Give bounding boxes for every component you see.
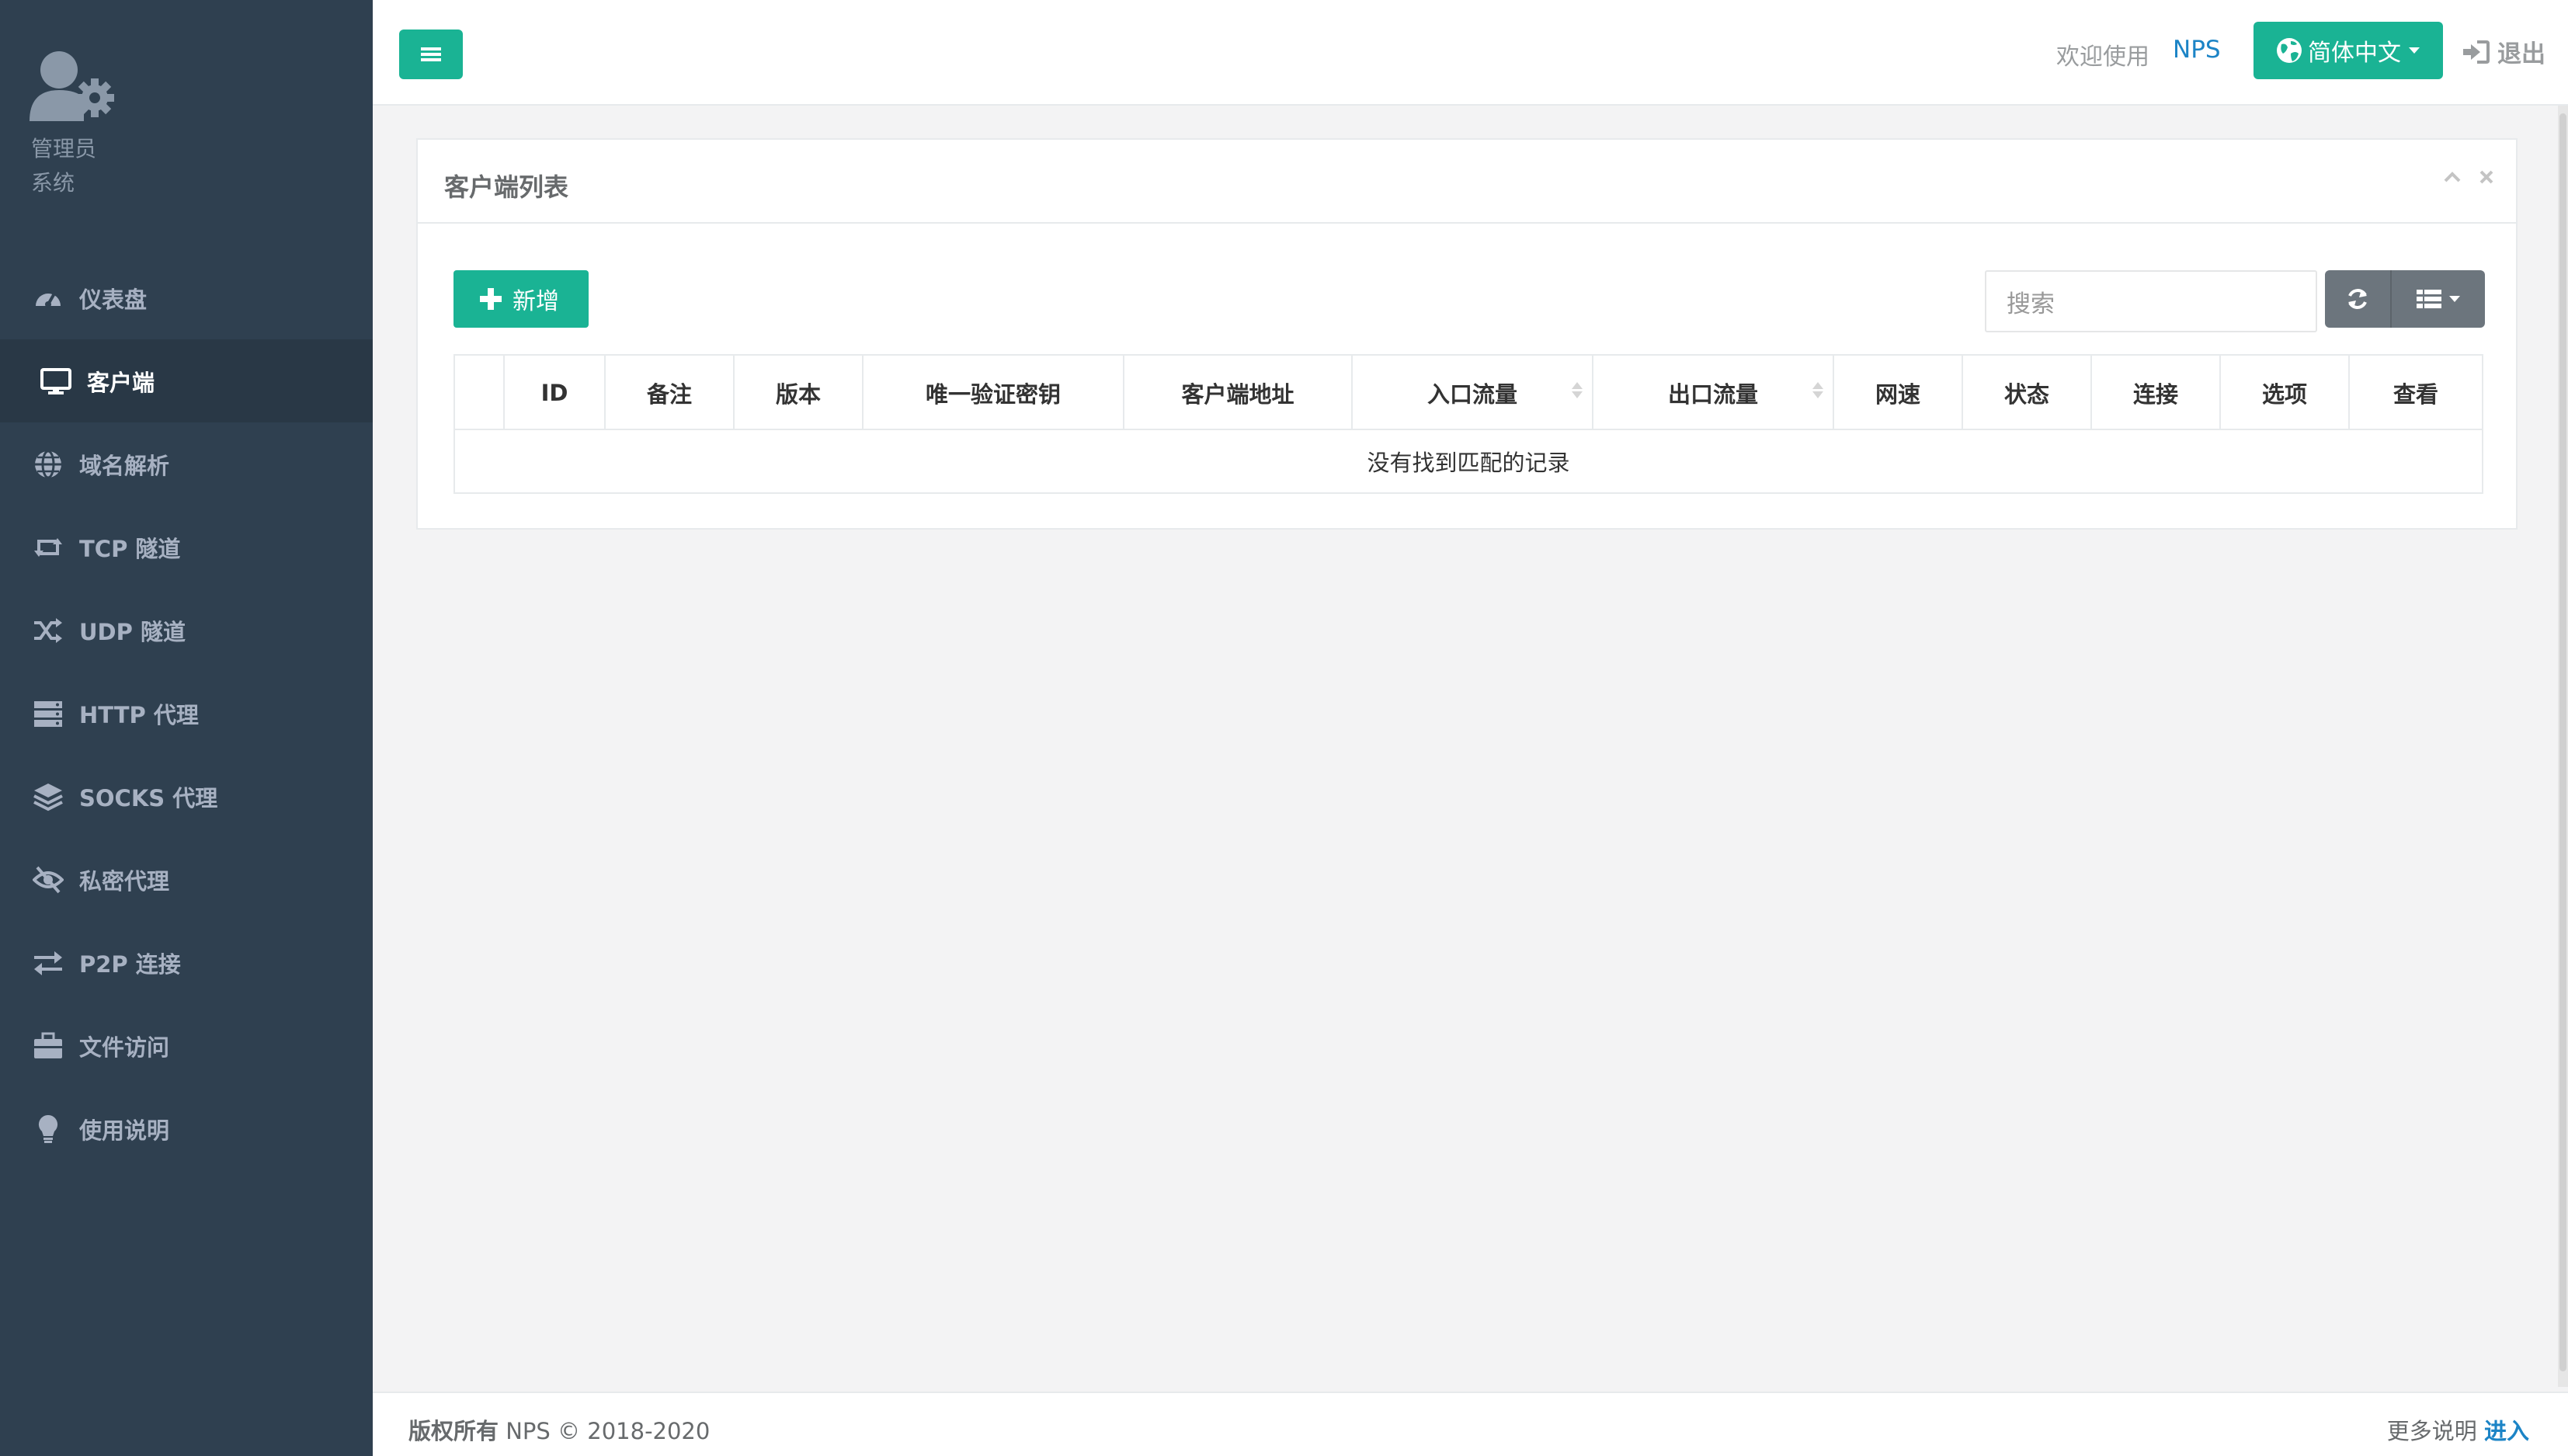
briefcase-icon (31, 1029, 65, 1063)
empty-table-message: 没有找到匹配的记录 (1367, 450, 1570, 476)
caret-down-icon (2449, 296, 2460, 302)
panel-title: 客户端列表 (444, 172, 569, 202)
sidebar-item-label: UDP 隧道 (79, 618, 186, 645)
profile-sub: 系统 (31, 170, 75, 196)
column-header-options: 选项 (2221, 356, 2350, 430)
client-list-panel: 客户端列表 新增 搜索 ID 备注 版本 唯一验证密钥 客户端地址 入口流量 出… (416, 138, 2518, 530)
sidebar-item-label: P2P 连接 (79, 950, 181, 978)
user-gear-icon (30, 51, 114, 121)
column-header-view: 查看 (2393, 381, 2438, 408)
toggle-sidebar-button[interactable] (399, 30, 463, 79)
lightbulb-icon (31, 1112, 65, 1146)
list-icon (2417, 290, 2441, 308)
sidebar-item-label: HTTP 代理 (79, 701, 199, 728)
add-button-label: 新增 (513, 288, 559, 315)
search-input[interactable]: 搜索 (1985, 270, 2317, 332)
footer-copyright: 版权所有 NPS © 2018-2020 (408, 1413, 710, 1446)
sidebar-item-label: 使用说明 (79, 1117, 170, 1144)
column-header-checkbox (455, 356, 505, 430)
app-root: 管理员 系统 仪表盘 客户端 域名解析 TCP 隧道 UDP 隧道 HTTP 代… (0, 0, 2568, 1456)
columns-dropdown-button[interactable] (2390, 270, 2485, 328)
column-header-export-flow[interactable]: 出口流量 (1593, 356, 1834, 430)
column-header-connection: 连接 (2092, 356, 2221, 430)
welcome-text: 欢迎使用 (2056, 43, 2149, 71)
add-client-button[interactable]: 新增 (453, 270, 589, 328)
sign-in-icon (2463, 40, 2490, 64)
sidebar-item-files[interactable]: 文件访问 (0, 1004, 373, 1087)
sidebar-item-label: SOCKS 代理 (79, 784, 218, 811)
dashboard-icon (31, 281, 65, 315)
more-label: 更多说明 (2386, 1418, 2477, 1444)
footer-more: 更多说明 进入 (2387, 1413, 2529, 1446)
sidebar-item-help[interactable]: 使用说明 (0, 1087, 373, 1170)
column-header-speed: 网速 (1834, 356, 1963, 430)
sidebar-item-dashboard[interactable]: 仪表盘 (0, 256, 373, 339)
avatar[interactable] (30, 50, 121, 124)
page-scrollbar[interactable] (2558, 106, 2568, 1387)
column-header-inlet-flow[interactable]: 入口流量 (1353, 356, 1593, 430)
chevron-up-icon[interactable] (2443, 170, 2462, 184)
sidebar-item-clients[interactable]: 客户端 (0, 339, 373, 422)
sidebar-item-label: 域名解析 (79, 452, 170, 479)
caret-down-icon (2409, 47, 2420, 54)
brand-link[interactable]: NPS (2173, 36, 2221, 64)
random-icon (31, 613, 65, 648)
sort-icon (1812, 382, 1823, 398)
close-icon[interactable] (2479, 169, 2494, 185)
logout-link[interactable]: 退出 (2462, 34, 2545, 69)
refresh-icon (2348, 289, 2367, 309)
profile-role: 管理员 (31, 136, 97, 162)
globe-icon (31, 447, 65, 481)
column-header-verify-key: 唯一验证密钥 (864, 356, 1124, 430)
panel-tools (2443, 169, 2494, 185)
column-header-status: 状态 (1963, 356, 2092, 430)
sidebar-item-udp[interactable]: UDP 隧道 (0, 589, 373, 672)
sidebar-item-secret[interactable]: 私密代理 (0, 838, 373, 921)
sidebar-item-domain[interactable]: 域名解析 (0, 422, 373, 506)
retweet-icon (31, 530, 65, 565)
layers-icon (31, 780, 65, 814)
column-header-id: ID (505, 356, 606, 430)
panel-header: 客户端列表 (418, 140, 2516, 224)
exchange-icon (31, 946, 65, 980)
plus-icon (480, 288, 502, 310)
footer: 版权所有 NPS © 2018-2020 更多说明 进入 (373, 1392, 2568, 1456)
globe-icon (2275, 36, 2303, 64)
table-header: ID 备注 版本 唯一验证密钥 客户端地址 入口流量 出口流量 网速 状态 连接… (455, 356, 2482, 430)
sidebar-item-socks[interactable]: SOCKS 代理 (0, 755, 373, 838)
sidebar-item-http[interactable]: HTTP 代理 (0, 672, 373, 755)
sidebar-item-label: 文件访问 (79, 1034, 170, 1061)
column-header-version: 版本 (735, 356, 864, 430)
column-header-client-address: 客户端地址 (1124, 356, 1353, 430)
language-dropdown-button[interactable]: 简体中文 (2254, 22, 2443, 79)
refresh-button[interactable] (2325, 270, 2390, 328)
sidebar-item-label: TCP 隧道 (79, 535, 181, 562)
sidebar: 管理员 系统 仪表盘 客户端 域名解析 TCP 隧道 UDP 隧道 HTTP 代… (0, 0, 373, 1456)
sidebar-item-label: 仪表盘 (79, 286, 148, 313)
top-navbar: 欢迎使用 NPS 简体中文 退出 (373, 0, 2568, 106)
desktop-icon (39, 364, 73, 398)
copyright-text: NPS © 2018-2020 (506, 1418, 711, 1444)
language-label: 简体中文 (2308, 40, 2401, 67)
table-toolbar (2325, 270, 2485, 328)
logout-label: 退出 (2497, 40, 2545, 68)
sidebar-nav: 仪表盘 客户端 域名解析 TCP 隧道 UDP 隧道 HTTP 代理 SOCKS… (0, 256, 373, 1170)
sidebar-item-tcp[interactable]: TCP 隧道 (0, 506, 373, 589)
column-header-remark: 备注 (606, 356, 735, 430)
sidebar-item-label: 私密代理 (79, 867, 170, 895)
column-header-label: 入口流量 (1426, 381, 1517, 408)
server-icon (31, 697, 65, 731)
enter-link[interactable]: 进入 (2484, 1418, 2529, 1444)
sidebar-item-p2p[interactable]: P2P 连接 (0, 921, 373, 1004)
sort-icon (1572, 382, 1583, 398)
scrollbar-thumb[interactable] (2559, 113, 2566, 1371)
sidebar-item-label: 客户端 (87, 369, 155, 396)
client-table: ID 备注 版本 唯一验证密钥 客户端地址 入口流量 出口流量 网速 状态 连接… (453, 354, 2483, 494)
eye-slash-icon (31, 863, 65, 897)
copyright-label: 版权所有 (408, 1418, 499, 1444)
column-header-label: 出口流量 (1667, 381, 1758, 408)
bars-icon (421, 47, 441, 61)
